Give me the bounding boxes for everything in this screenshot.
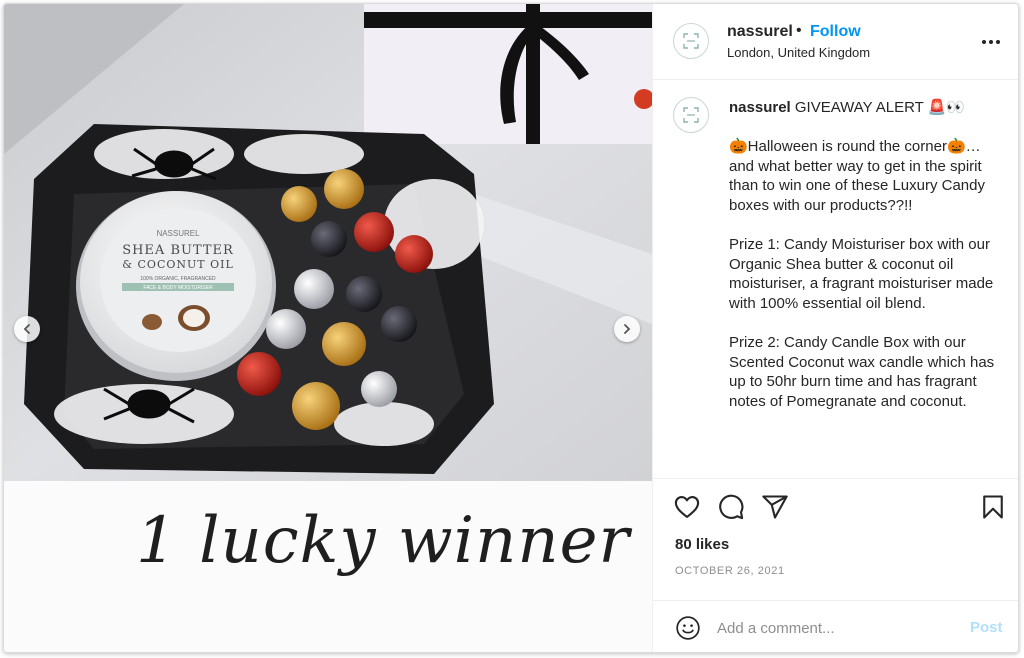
avatar[interactable] (673, 23, 709, 59)
caption-text: GIVEAWAY ALERT 🚨👀 🎃Halloween is round th… (729, 99, 995, 410)
comment-button[interactable] (717, 493, 745, 521)
like-button[interactable] (673, 493, 701, 521)
emoji-icon (676, 616, 700, 640)
post-date[interactable]: OCTOBER 26, 2021 (675, 565, 785, 577)
post-media[interactable]: NASSUREL SHEA BUTTER & COCONUT OIL 100% … (4, 4, 652, 652)
jar-subtitle: 100% ORGANIC, FRAGRANCED (140, 276, 216, 282)
comment-input[interactable] (717, 615, 957, 641)
share-icon (762, 495, 788, 519)
comment-icon (719, 494, 744, 520)
jar-brand-text: NASSUREL (156, 229, 200, 238)
jar-title-1: SHEA BUTTER (122, 243, 234, 258)
chevron-right-icon (624, 324, 631, 334)
post-header: nassurel • Follow London, United Kingdom (653, 4, 1018, 80)
likes-count[interactable]: 80 likes (675, 536, 729, 553)
share-button[interactable] (761, 493, 789, 521)
post-comment-button[interactable]: Post (970, 619, 1003, 636)
emoji-button[interactable] (675, 615, 701, 641)
heart-icon (674, 496, 700, 518)
location-link[interactable]: London, United Kingdom (727, 45, 870, 60)
caption-avatar[interactable] (673, 97, 709, 133)
previous-media-button[interactable] (14, 316, 40, 342)
post-dialog: NASSUREL SHEA BUTTER & COCONUT OIL 100% … (3, 3, 1019, 653)
save-button[interactable] (979, 493, 1007, 521)
nassurel-logo-icon (683, 107, 699, 123)
bookmark-icon (983, 495, 1003, 519)
follow-button[interactable]: Follow (810, 23, 861, 41)
post-photo: NASSUREL SHEA BUTTER & COCONUT OIL 100% … (4, 4, 652, 481)
post-caption: nassurel GIVEAWAY ALERT 🚨👀 🎃Halloween is… (729, 98, 1001, 412)
post-side-panel: nassurel • Follow London, United Kingdom… (652, 4, 1018, 652)
dot-separator: • (796, 22, 802, 39)
chevron-left-icon (23, 324, 30, 334)
more-options-button[interactable] (979, 32, 1003, 52)
action-bar (653, 478, 1018, 530)
next-media-button[interactable] (614, 316, 640, 342)
overlay-handwriting-text: 1 lucky winner (136, 504, 631, 578)
caption-username[interactable]: nassurel (729, 99, 791, 116)
jar-band: FACE & BODY MOISTURISER (143, 285, 213, 291)
more-options-icon (982, 40, 986, 44)
jar-title-2: & COCONUT OIL (122, 258, 234, 271)
comment-bar: Post (653, 600, 1018, 652)
nassurel-logo-icon (683, 33, 699, 49)
caption-section: nassurel GIVEAWAY ALERT 🚨👀 🎃Halloween is… (653, 80, 1018, 478)
username-link[interactable]: nassurel (727, 23, 793, 41)
